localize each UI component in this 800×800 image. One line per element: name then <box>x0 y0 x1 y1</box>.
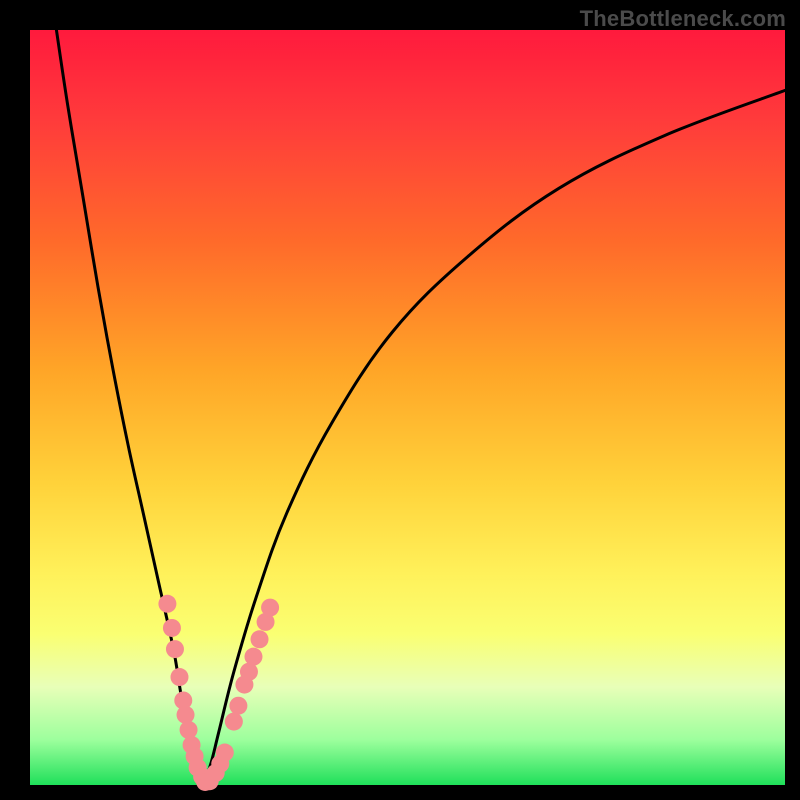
data-marker <box>177 706 195 724</box>
data-marker <box>229 697 247 715</box>
data-marker <box>163 619 181 637</box>
data-marker <box>180 721 198 739</box>
chart-frame: TheBottleneck.com <box>0 0 800 800</box>
data-marker <box>261 599 279 617</box>
data-marker <box>244 648 262 666</box>
chart-svg <box>0 0 800 800</box>
data-marker <box>166 640 184 658</box>
data-marker <box>170 668 188 686</box>
data-marker <box>251 630 269 648</box>
data-marker <box>225 713 243 731</box>
data-marker <box>216 744 234 762</box>
data-marker <box>158 595 176 613</box>
curve-right-curve <box>204 90 785 785</box>
